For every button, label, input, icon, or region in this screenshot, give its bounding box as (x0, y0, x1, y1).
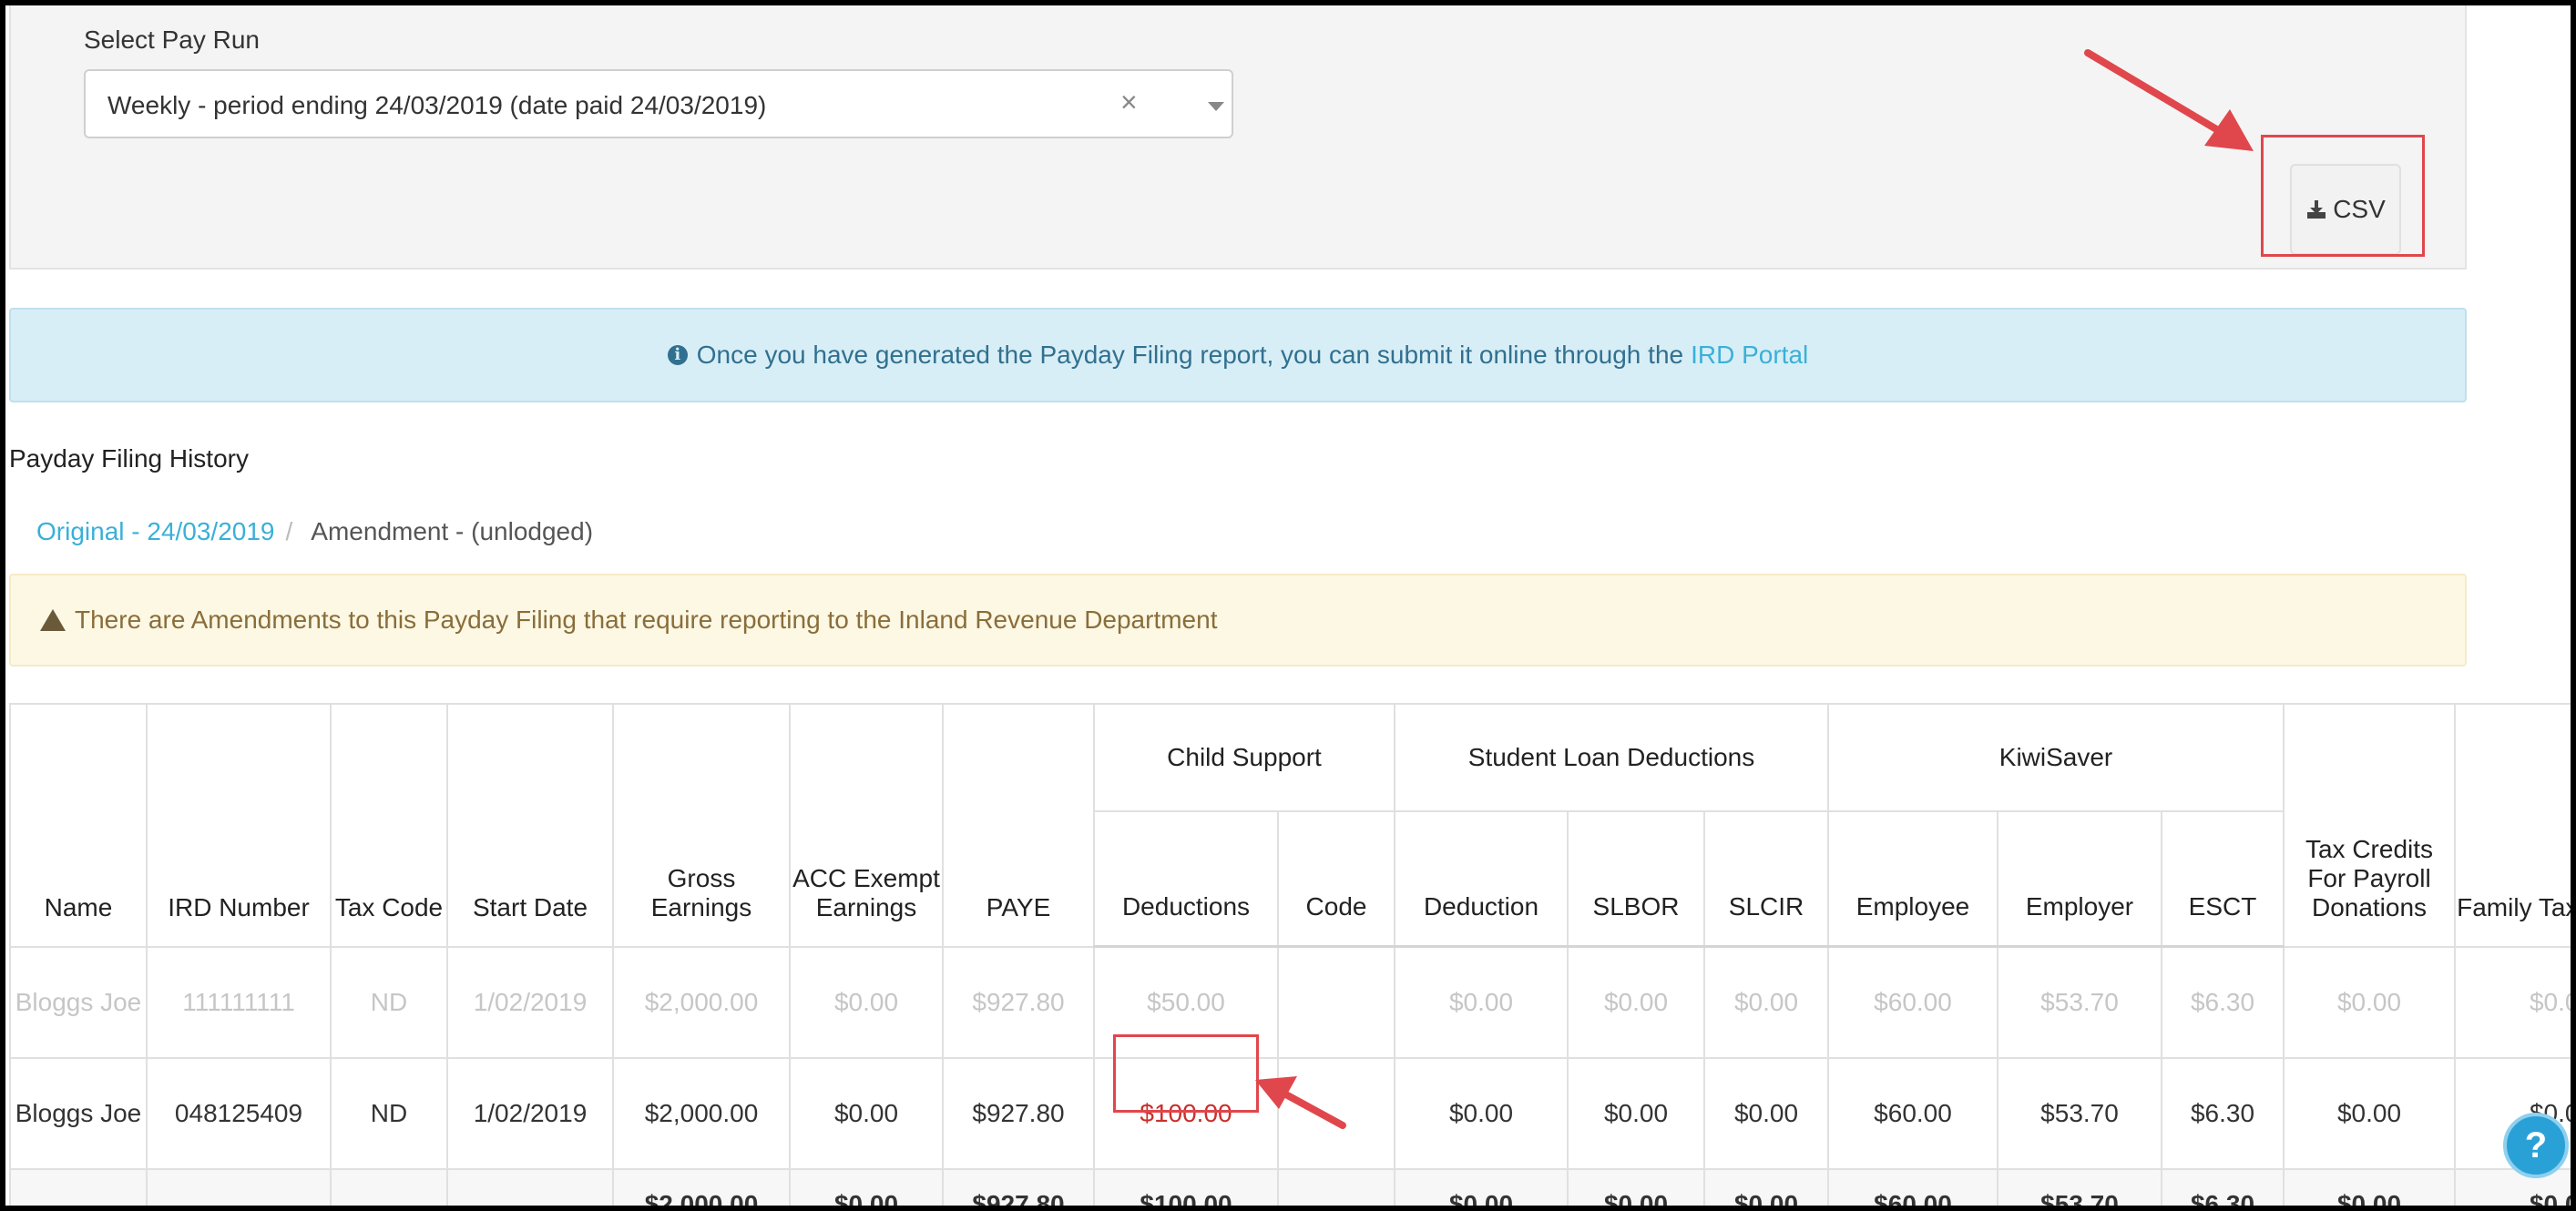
cell-ird: 111111111 (146, 945, 332, 1059)
cell-slbor: $0.00 (1567, 1057, 1705, 1170)
warning-icon (40, 609, 66, 631)
cell-sl-deduction: $0.00 (1394, 945, 1569, 1059)
cell-start-date: 1/02/2019 (446, 1057, 614, 1170)
cell-ks-employer: $53.70 (1997, 1057, 2162, 1170)
col-header-ks-esct: ESCT (2160, 810, 2285, 948)
col-header-cs-code: Code (1277, 810, 1395, 948)
cell-ks-employer: $53.70 (1997, 945, 2162, 1059)
breadcrumb-current: Amendment - (unlodged) (311, 517, 594, 545)
pay-run-select[interactable]: Weekly - period ending 24/03/2019 (date … (84, 69, 1233, 138)
group-header-kiwisaver: KiwiSaver (1826, 703, 2285, 812)
cell-ks-esct: $6.30 (2160, 945, 2285, 1059)
cell-tax-code: ND (330, 945, 448, 1059)
cell-family-tax: $0.00 (2454, 945, 2576, 1059)
cell-tax-code: ND (330, 1057, 448, 1170)
help-button[interactable]: ? (2503, 1113, 2569, 1178)
cell-total-paye: $927.80 (942, 1168, 1095, 1211)
cell-name: Bloggs Joe (9, 945, 148, 1059)
cell-ks-employee: $60.00 (1827, 945, 1998, 1059)
cell-tax-credits: $0.00 (2283, 945, 2457, 1059)
cell-total-slcir: $0.00 (1703, 1168, 1829, 1211)
col-header-slbor: SLBOR (1567, 810, 1705, 948)
cell-total-gross: $2,000.00 (612, 1168, 791, 1211)
amended-value-annotation-box (1113, 1034, 1259, 1113)
cell-ks-esct: $6.30 (2160, 1057, 2285, 1170)
csv-annotation-box (2261, 135, 2425, 257)
col-header-name: Name (9, 703, 148, 948)
pay-run-selected-value: Weekly - period ending 24/03/2019 (date … (107, 91, 767, 119)
cell-ks-employee: $60.00 (1827, 1057, 1998, 1170)
cell-total-empty (330, 1168, 448, 1211)
cell-total-ks-employer: $53.70 (1997, 1168, 2162, 1211)
payday-filing-table-container: Name IRD Number Tax Code Start Date Gros… (9, 703, 2576, 1211)
col-header-tax-credits: Tax Credits For Payroll Donations (2283, 703, 2457, 948)
pay-run-label: Select Pay Run (84, 25, 260, 54)
col-header-tax-code: Tax Code (330, 703, 448, 948)
cell-slcir: $0.00 (1703, 945, 1829, 1059)
cell-total-acc: $0.00 (789, 1168, 944, 1211)
cell-total-empty (446, 1168, 614, 1211)
cell-total-cs-deductions: $100.00 (1093, 1168, 1279, 1211)
col-header-slcir: SLCIR (1703, 810, 1829, 948)
cell-slbor: $0.00 (1567, 945, 1705, 1059)
warning-banner-text: There are Amendments to this Payday Fili… (75, 606, 1218, 634)
chevron-down-icon[interactable] (1208, 102, 1224, 111)
info-banner-text: Once you have generated the Payday Filin… (696, 341, 1684, 369)
breadcrumb-separator: / (285, 517, 293, 545)
cell-cs-code (1277, 945, 1395, 1059)
cell-total-tax-credits: $0.00 (2283, 1168, 2457, 1211)
breadcrumb-original-link[interactable]: Original - 24/03/2019 (36, 517, 275, 545)
payday-filing-history-title: Payday Filing History (9, 444, 249, 473)
col-header-acc-exempt: ACC Exempt Earnings (789, 703, 944, 948)
cell-total-slbor: $0.00 (1567, 1168, 1705, 1211)
cell-total-empty (146, 1168, 332, 1211)
table-row-original: Bloggs Joe 111111111 ND 1/02/2019 $2,000… (9, 945, 2576, 1059)
col-header-gross-earnings: Gross Earnings (612, 703, 791, 948)
table-row-totals: $2,000.00 $0.00 $927.80 $100.00 $0.00 $0… (9, 1168, 2576, 1211)
annotation-arrow-csv (2084, 49, 2254, 151)
cell-slcir: $0.00 (1703, 1057, 1829, 1170)
cell-sl-deduction: $0.00 (1394, 1057, 1569, 1170)
col-header-paye: PAYE (942, 703, 1095, 948)
cell-gross: $2,000.00 (612, 945, 791, 1059)
cell-tax-credits: $0.00 (2283, 1057, 2457, 1170)
col-header-ks-employer: Employer (1997, 810, 2162, 948)
cell-name: Bloggs Joe (9, 1057, 148, 1170)
cell-start-date: 1/02/2019 (446, 945, 614, 1059)
cell-total-empty (9, 1168, 148, 1211)
cell-ird: 048125409 (146, 1057, 332, 1170)
annotation-arrow-amended (1255, 1076, 1346, 1129)
warning-banner: There are Amendments to this Payday Fili… (9, 574, 2467, 667)
col-header-family-tax-credits: Family Tax Credits (2454, 703, 2576, 948)
cell-total-ks-employee: $60.00 (1827, 1168, 1998, 1211)
col-header-ird-number: IRD Number (146, 703, 332, 948)
group-header-child-support: Child Support (1093, 703, 1395, 812)
breadcrumb: Original - 24/03/2019 / Amendment - (unlod… (36, 517, 593, 546)
cell-total-empty (1277, 1168, 1395, 1211)
col-header-cs-deductions: Deductions (1093, 810, 1279, 948)
cell-total-sl-deduction: $0.00 (1394, 1168, 1569, 1211)
col-header-ks-employee: Employee (1827, 810, 1998, 948)
payday-filing-table: Name IRD Number Tax Code Start Date Gros… (9, 703, 2576, 1211)
group-header-student-loan: Student Loan Deductions (1394, 703, 1829, 812)
info-icon: i (667, 345, 688, 365)
col-header-start-date: Start Date (446, 703, 614, 948)
cell-paye: $927.80 (942, 1057, 1095, 1170)
cell-gross: $2,000.00 (612, 1057, 791, 1170)
col-header-sl-deduction: Deduction (1394, 810, 1569, 948)
cell-paye: $927.80 (942, 945, 1095, 1059)
cell-acc: $0.00 (789, 945, 944, 1059)
cell-total-family-tax: $0.00 (2454, 1168, 2576, 1211)
info-banner: i Once you have generated the Payday Fil… (9, 308, 2467, 402)
ird-portal-link[interactable]: IRD Portal (1691, 341, 1808, 370)
cell-acc: $0.00 (789, 1057, 944, 1170)
cell-total-ks-esct: $6.30 (2160, 1168, 2285, 1211)
clear-selection-icon[interactable]: × (1120, 86, 1138, 119)
